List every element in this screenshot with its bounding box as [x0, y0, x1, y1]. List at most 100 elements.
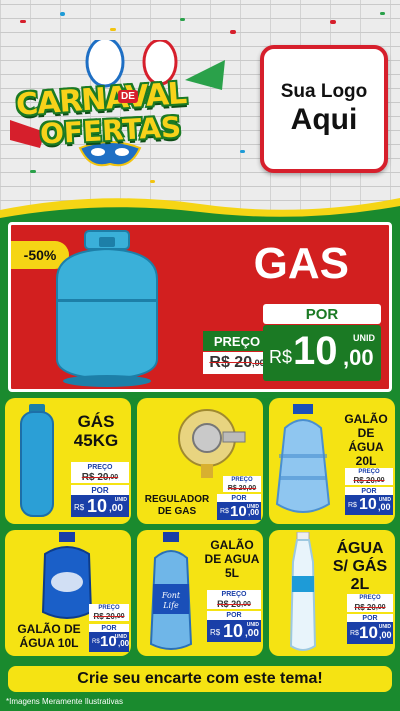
old-price-int: R$ 20 [81, 472, 109, 483]
currency: R$ [220, 508, 229, 515]
old-price-dec: ,00 [108, 474, 119, 481]
preco-label: PREÇO [347, 594, 393, 602]
price-int: 10 [359, 623, 378, 642]
price-dec: ,00 [379, 630, 392, 640]
water-bottle-5l-icon: Font Life [149, 532, 193, 650]
logo-placeholder[interactable]: Sua Logo Aqui [260, 45, 388, 173]
price-box: PREÇO R$ 20,00 POR R$ 10,00 UNID [207, 590, 261, 642]
price-box: PREÇO R$ 20,00 POR R$ 10,00 UNID [71, 462, 129, 517]
hero-price-int: 10 [293, 329, 338, 373]
price-dec: ,00 [245, 628, 259, 639]
old-price-int: R$ 20 [354, 602, 376, 612]
title-de: DE [118, 90, 138, 103]
product-card[interactable]: PREÇO R$ 20,00 GALÃO DE ÁGUA 10L POR R$ 1… [5, 530, 131, 656]
product-name: GALÃO DE AGUA 5L [204, 538, 260, 580]
product-card[interactable]: Font Life GALÃO DE AGUA 5L PREÇO R$ 20,0… [137, 530, 263, 656]
unit: UNID [246, 504, 259, 510]
old-price-dec: ,00 [375, 603, 386, 611]
old-price-int: R$ 20 [217, 599, 242, 609]
price-box: PREÇO R$ 20,00 [223, 476, 261, 492]
old-price: R$ 20,00 [345, 476, 393, 485]
hero-unit: UNID [353, 333, 375, 343]
hero-title: GAS [253, 239, 349, 288]
product-card[interactable]: PREÇO R$ 20,00 REGULADOR DE GAS POR R$ 10… [137, 398, 263, 524]
confetti [180, 18, 185, 21]
confetti [240, 150, 245, 153]
product-name: GÁS 45KG [73, 412, 119, 450]
currency: R$ [92, 639, 100, 645]
new-price: R$ 10,00 UNID [89, 632, 129, 652]
price-int: 10 [87, 496, 108, 516]
old-price-dec: ,00 [246, 484, 257, 492]
por-label: POR [217, 494, 261, 502]
currency: R$ [350, 630, 359, 637]
unit: UNID [114, 497, 127, 503]
gas-cylinder-icon [56, 230, 158, 387]
por-label: POR [71, 485, 129, 495]
old-price-dec: ,00 [241, 600, 251, 608]
confetti [330, 20, 336, 24]
confetti [20, 20, 26, 23]
brand-font-life: Font [161, 591, 181, 600]
product-name: GALÃO DE ÁGUA 20L [344, 412, 388, 468]
gas-regulator-icon [178, 409, 246, 478]
hero-currency: R$ [269, 347, 293, 367]
currency: R$ [348, 502, 357, 509]
por-label: POR [89, 624, 129, 632]
por-label: POR [345, 487, 393, 495]
preco-label: PREÇO [207, 590, 261, 599]
confetti [380, 12, 385, 15]
unit: UNID [114, 634, 127, 640]
product-name: REGULADOR DE GAS [144, 494, 210, 517]
product-card[interactable]: GALÃO DE ÁGUA 20L PREÇO R$ 20,00 POR R$ 1… [269, 398, 395, 524]
hero-por-label: POR [263, 304, 381, 324]
old-price-int: R$ 20 [227, 484, 247, 492]
new-price: R$ 10,00 UNID [345, 495, 393, 515]
currency: R$ [74, 503, 85, 512]
por-label: POR [207, 611, 261, 620]
product-name: GALÃO DE ÁGUA 10L [17, 622, 81, 650]
hero-price: R$ 10 ,00 UNID [263, 325, 381, 381]
old-price: R$ 20,00 [223, 484, 261, 492]
svg-text:Life: Life [162, 601, 179, 610]
old-price-int: R$ 20 [353, 476, 375, 485]
new-price: R$ 10,00 UNID [207, 620, 261, 642]
product-card[interactable]: GÁS 45KG PREÇO R$ 20,00 POR R$ 10,00 UNID [5, 398, 131, 524]
hero-old-price-int: R$ 20 [209, 354, 253, 371]
price-dec: ,00 [109, 503, 123, 514]
preco-label: PREÇO [71, 462, 129, 472]
cta-button[interactable]: Crie seu encarte com este tema! [8, 666, 392, 692]
old-price-dec: ,00 [374, 477, 385, 484]
hero-old-price: R$ 20,00 [203, 352, 271, 374]
disclaimer-text: *Imagens Meramente Ilustrativas [6, 697, 123, 706]
price-int: 10 [359, 496, 377, 513]
logo-line1: Sua Logo [280, 81, 368, 102]
hero-price-dec: ,00 [343, 345, 374, 370]
confetti [60, 12, 65, 16]
preco-label: PREÇO [223, 476, 261, 484]
preco-label: PREÇO [345, 468, 393, 476]
old-price: R$ 20,00 [71, 472, 129, 483]
confetti [110, 28, 116, 31]
por-label: POR [347, 614, 393, 622]
carnaval-logo: CARNAVAL DE OFERTAS [10, 40, 225, 190]
unit: UNID [246, 622, 259, 628]
gas-cylinder-tall-icon [20, 404, 54, 517]
header-banner: CARNAVAL DE OFERTAS Sua Logo Aqui [0, 0, 400, 215]
hero-offer[interactable]: -50% GAS PREÇO R$ 20,00 POR R$ 10 ,00 UN… [8, 222, 392, 392]
old-price: R$ 20,00 [207, 599, 261, 609]
price-int: 10 [223, 621, 244, 641]
logo-line2: Aqui [290, 103, 358, 136]
old-price: R$ 20,00 [89, 612, 129, 621]
old-price: R$ 20,00 [347, 602, 393, 612]
water-bottle-2l-icon [289, 532, 317, 651]
price-dec: ,00 [378, 502, 391, 512]
new-price: R$ 10,00 UNID [217, 502, 261, 520]
preco-label: PREÇO [89, 604, 129, 612]
price-box-new: POR R$ 10,00 UNID [217, 494, 261, 520]
product-card[interactable]: ÁGUA S/ GÁS 2L PREÇO R$ 20,00 POR R$ 10,0… [269, 530, 395, 656]
confetti [230, 30, 236, 34]
price-dec: ,00 [118, 639, 130, 648]
new-price: R$ 10,00 UNID [71, 495, 129, 517]
currency: R$ [210, 628, 221, 637]
